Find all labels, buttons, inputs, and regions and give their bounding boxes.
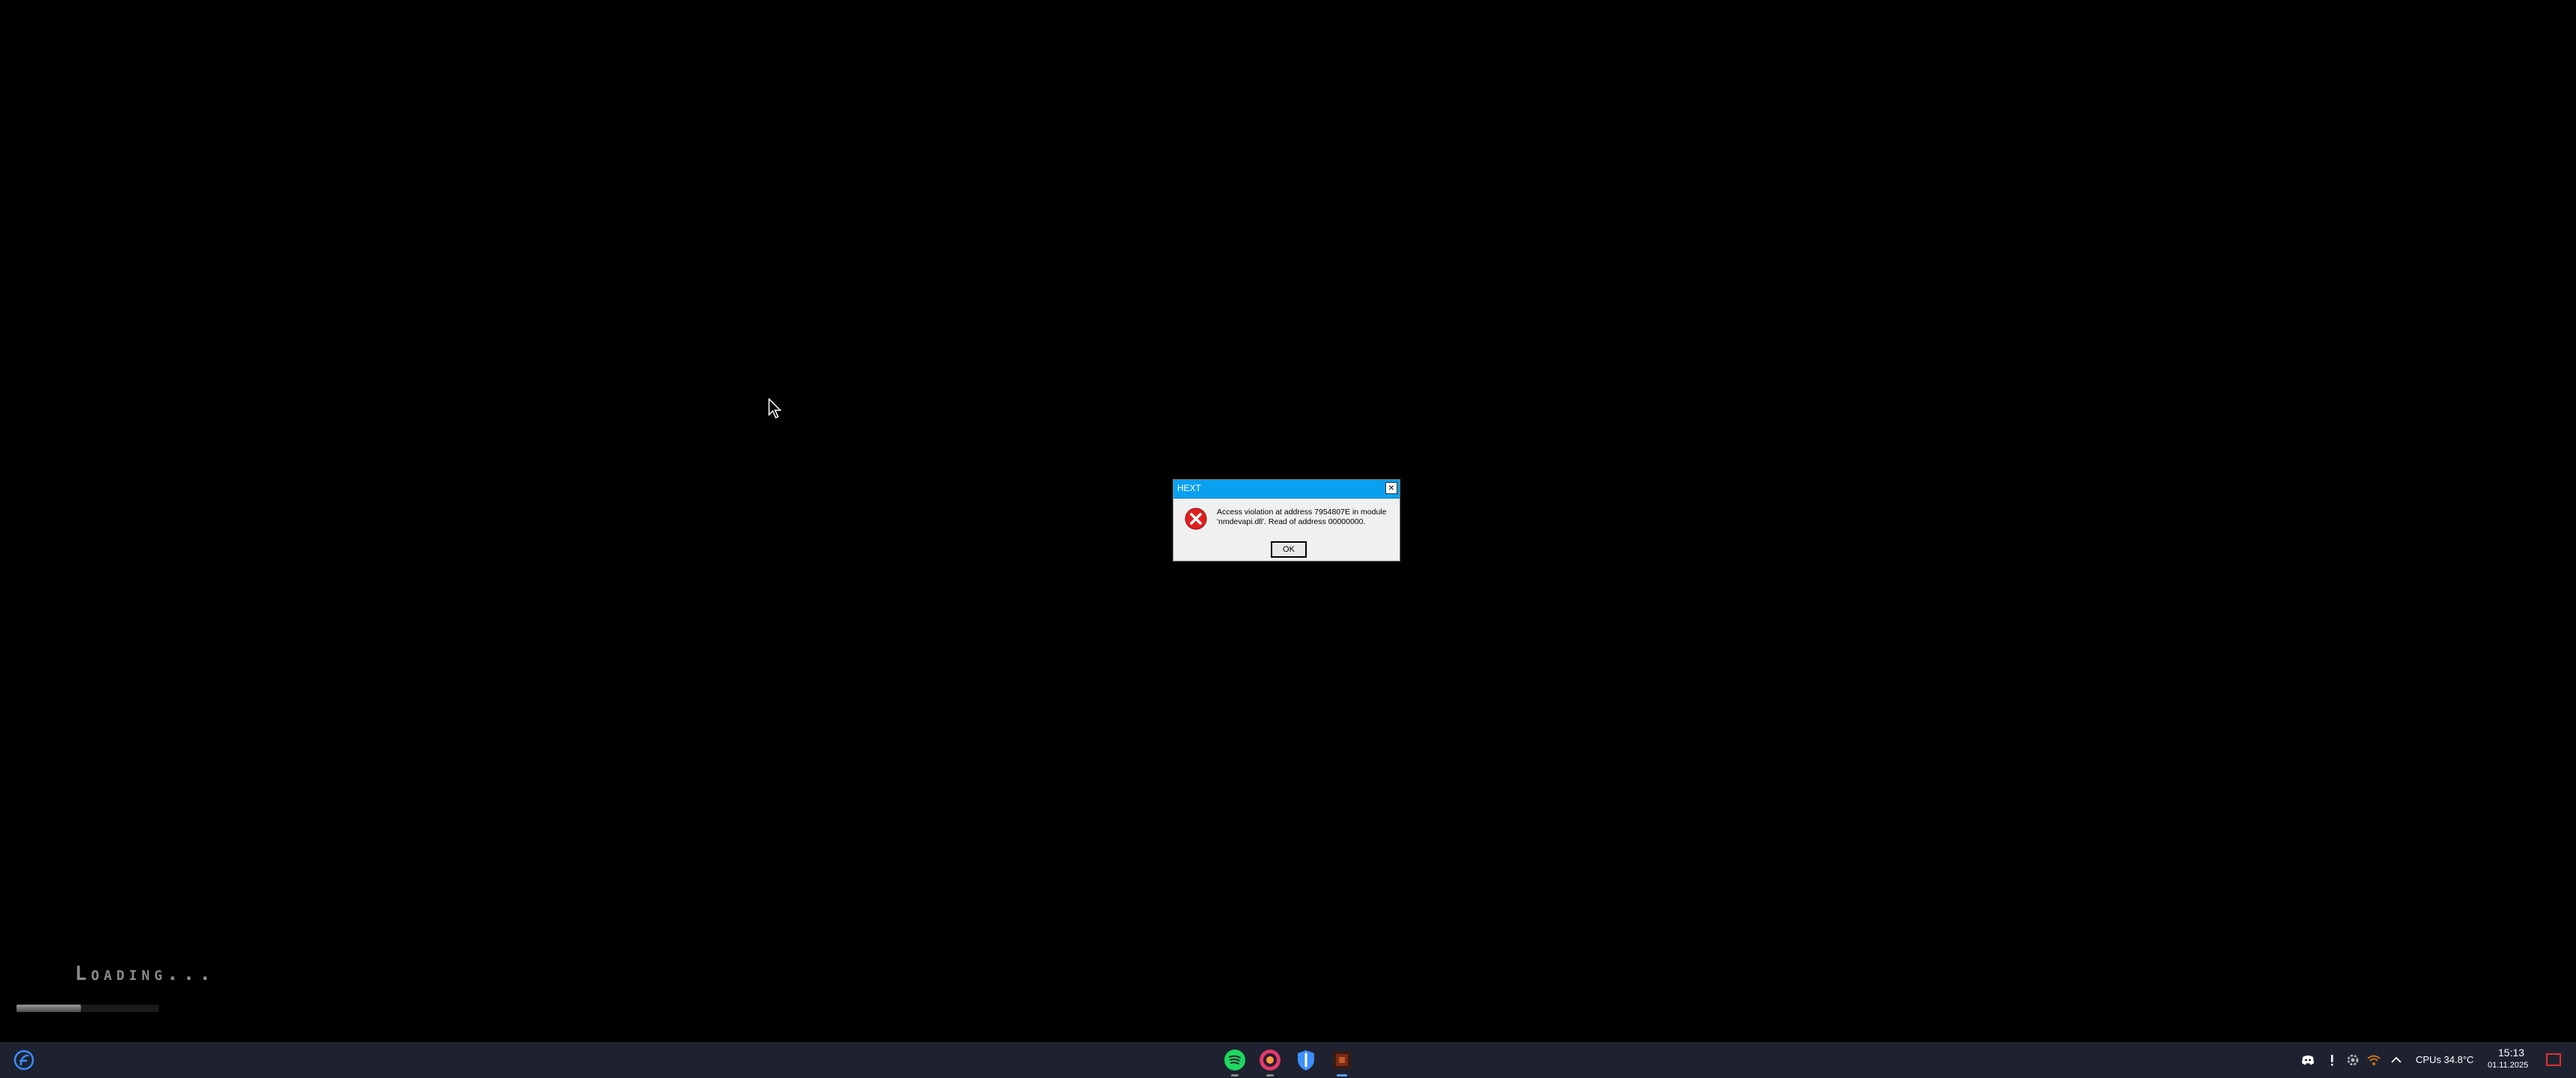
spotify-icon xyxy=(1224,1050,1245,1071)
warning-exclamation-icon[interactable] xyxy=(2324,1053,2339,1068)
clock-date[interactable]: 01.11.2025 xyxy=(2488,1061,2528,1070)
cpu-temperature: CPUs 34.8°C xyxy=(2416,1054,2474,1065)
taskbar-app-shield[interactable] xyxy=(1294,1048,1318,1072)
dialog-message: Access violation at address 7954807E in … xyxy=(1217,508,1387,526)
settings-gear-icon[interactable] xyxy=(2345,1053,2360,1068)
notification-center-icon[interactable] xyxy=(2545,1051,2563,1069)
dialog-title: HEXT xyxy=(1177,483,1202,493)
error-icon xyxy=(1185,508,1207,530)
taskbar-app-spotify[interactable] xyxy=(1223,1048,1247,1077)
shield-app-icon xyxy=(1298,1050,1314,1071)
game-app-icon xyxy=(1333,1051,1351,1069)
app-running-indicator xyxy=(1231,1074,1239,1077)
app-running-indicator xyxy=(1266,1074,1274,1077)
desktop: Loading... HEXT × Access violation at ad… xyxy=(0,0,2576,1042)
taskbar: CPUs 34.8°C 15:13 01.11.2025 xyxy=(0,1042,2576,1078)
error-dialog: HEXT × Access violation at address 79548… xyxy=(1173,479,1400,561)
app-active-indicator xyxy=(1337,1074,1347,1077)
loading-label: Loading... xyxy=(75,963,216,985)
browser-icon xyxy=(1260,1050,1281,1071)
chevron-up-icon[interactable] xyxy=(2389,1053,2404,1068)
discord-icon[interactable] xyxy=(2300,1053,2315,1068)
clock-time[interactable]: 15:13 xyxy=(2498,1047,2524,1059)
loading-progress-fill xyxy=(16,1005,81,1012)
network-icon[interactable] xyxy=(2366,1053,2381,1068)
dialog-titlebar[interactable]: HEXT × xyxy=(1173,480,1400,499)
loading-progress-bar xyxy=(16,1005,159,1012)
taskbar-app-game[interactable] xyxy=(1330,1048,1354,1077)
ok-button[interactable]: OK xyxy=(1271,541,1307,558)
taskbar-app-browser[interactable] xyxy=(1258,1048,1282,1077)
mouse-cursor-icon xyxy=(768,398,782,419)
close-button[interactable]: × xyxy=(1385,482,1397,494)
start-logo-icon[interactable] xyxy=(13,1050,34,1071)
